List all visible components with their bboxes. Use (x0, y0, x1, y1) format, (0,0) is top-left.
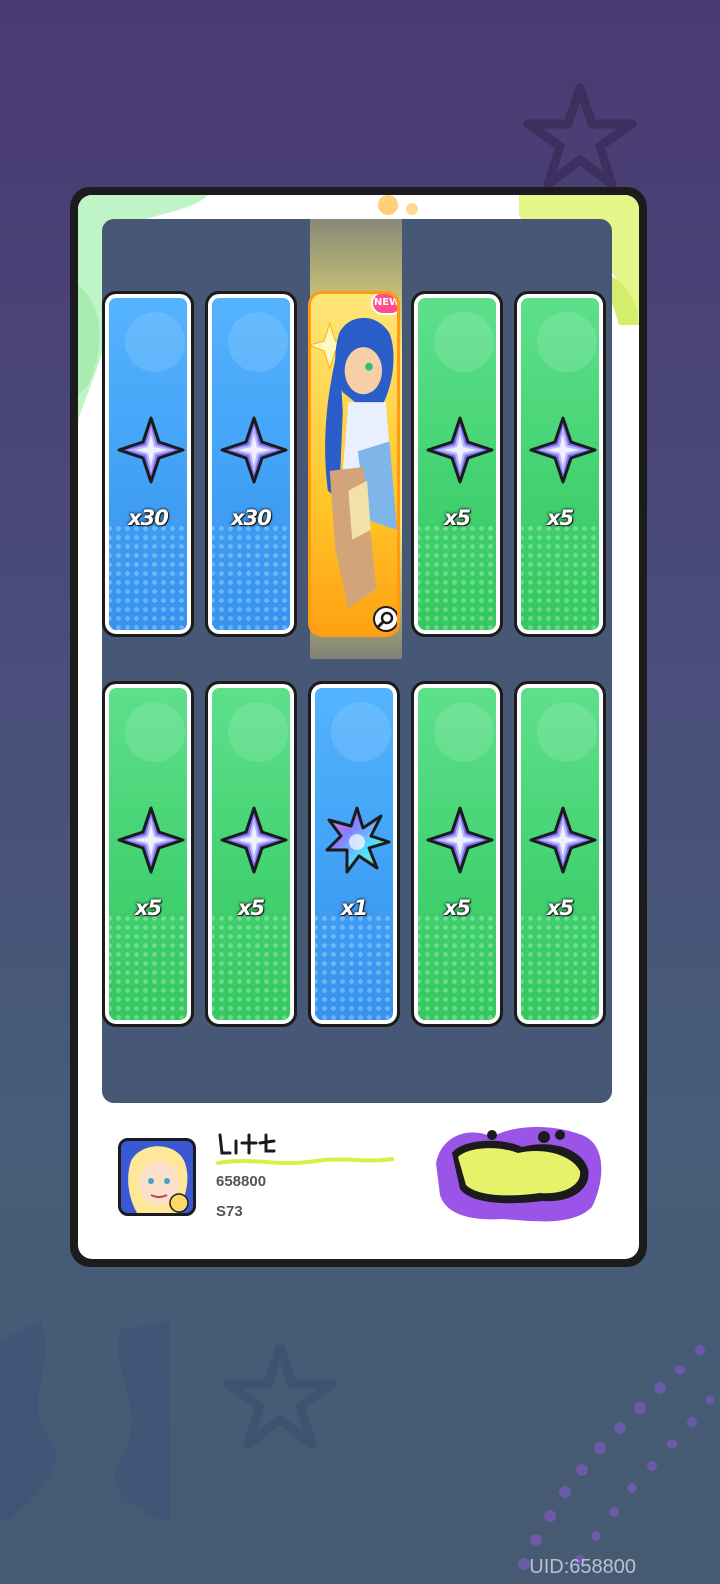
purple-star-gem-icon (220, 806, 288, 874)
tile-splat (434, 312, 494, 372)
purple-star-gem-icon (117, 806, 185, 874)
purple-star-gem-icon (117, 416, 185, 484)
background-star-decoration (223, 1343, 337, 1449)
tile-halftone (105, 524, 191, 634)
purple-star-gem-icon (529, 416, 597, 484)
tile-splat (537, 702, 597, 762)
avatar-portrait (121, 1141, 193, 1213)
tile-halftone (208, 524, 294, 634)
tile-halftone (311, 914, 397, 1024)
purple-star-gem-icon (426, 416, 494, 484)
reward-tile[interactable]: x5 (102, 681, 194, 1027)
gacha-result-card: x30 x30 NEW x5 x5 x5 x5 x1 x5 x5 658800 … (70, 187, 647, 1267)
player-avatar[interactable] (118, 1138, 196, 1216)
tile-halftone (517, 914, 603, 1024)
background-star-decoration (523, 83, 637, 189)
reward-tile[interactable]: x5 (411, 681, 503, 1027)
reward-tile[interactable]: x5 (205, 681, 297, 1027)
tile-halftone (414, 914, 500, 1024)
purple-star-gem-icon (220, 416, 288, 484)
rainbow-gem-icon (325, 806, 391, 874)
reward-tile[interactable]: x5 (411, 291, 503, 637)
tile-halftone (105, 914, 191, 1024)
tile-splat (434, 702, 494, 762)
reward-grid-panel: x30 x30 NEW x5 x5 x5 x5 x1 x5 x5 (102, 219, 612, 1103)
name-underline-scribble (216, 1157, 394, 1165)
new-badge: NEW (371, 294, 397, 315)
background-splash-decoration (0, 1320, 170, 1520)
tile-halftone (414, 524, 500, 634)
uid-label: UID:658800 (529, 1556, 636, 1578)
purple-star-gem-icon (529, 806, 597, 874)
reward-tile[interactable]: x30 (205, 291, 297, 637)
tile-splat (537, 312, 597, 372)
purple-star-gem-icon (426, 806, 494, 874)
background-dots-decoration (518, 1345, 714, 1570)
player-id: 658800 (216, 1173, 267, 1190)
card-inner: x30 x30 NEW x5 x5 x5 x5 x1 x5 x5 658800 … (78, 195, 639, 1259)
reward-tile[interactable]: x1 (308, 681, 400, 1027)
tile-splat (331, 702, 391, 762)
tile-splat (125, 702, 185, 762)
tile-halftone (208, 914, 294, 1024)
reward-tile[interactable]: x30 (102, 291, 194, 637)
character-reward-tile[interactable]: NEW (308, 291, 400, 637)
tile-splat (228, 702, 288, 762)
character-portrait (311, 294, 397, 634)
reward-tile[interactable]: x5 (514, 291, 606, 637)
tile-splat (228, 312, 288, 372)
reward-tile[interactable]: x5 (514, 681, 606, 1027)
tile-halftone (517, 524, 603, 634)
magnify-icon[interactable] (373, 606, 397, 632)
game-logo (436, 1126, 602, 1222)
tile-splat (125, 312, 185, 372)
server-label: S73 (216, 1203, 243, 1220)
